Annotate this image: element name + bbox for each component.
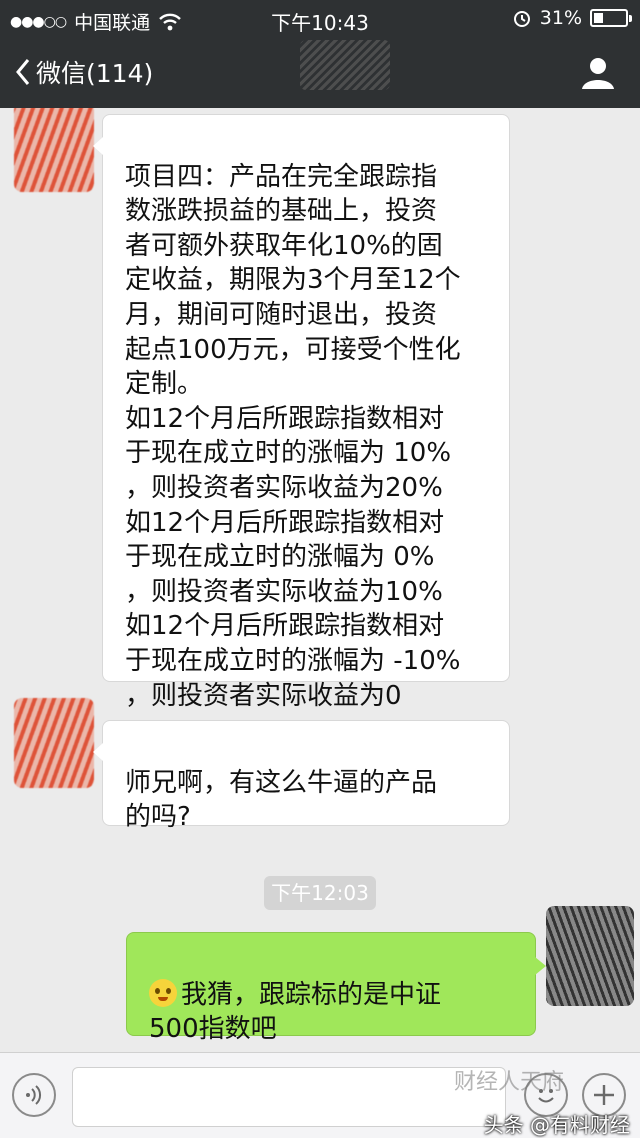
message-input[interactable] xyxy=(72,1067,506,1127)
chat-area[interactable]: 项目四：产品在完全跟踪指 数涨跌损益的基础上，投资 者可额外获取年化10%的固 … xyxy=(0,108,640,1052)
battery-fill xyxy=(594,13,603,23)
redaction-scribble xyxy=(300,40,390,90)
chevron-left-icon xyxy=(16,59,30,85)
avatar[interactable] xyxy=(546,906,634,1006)
status-right: 31% xyxy=(512,7,632,29)
message-text: 我猜，跟踪标的是中证 500指数吧 xyxy=(149,979,442,1045)
battery-icon xyxy=(590,9,632,27)
status-bar: ●●●○○ 中国联通 下午10:43 31% xyxy=(0,0,640,40)
watermark: 头条 @有料财经 xyxy=(483,1113,630,1137)
battery-percent: 31% xyxy=(539,7,582,29)
message-text: 项目四：产品在完全跟踪指 数涨跌损益的基础上，投资 者可额外获取年化10%的固 … xyxy=(125,161,461,711)
avatar[interactable] xyxy=(14,698,94,788)
voice-icon xyxy=(26,1085,42,1105)
message-text: 师兄啊，有这么牛逼的产品 的吗? xyxy=(125,767,438,833)
user-icon[interactable] xyxy=(580,55,616,91)
thinking-emoji xyxy=(149,978,177,1007)
message-bubble[interactable]: 项目四：产品在完全跟踪指 数涨跌损益的基础上，投资 者可额外获取年化10%的固 … xyxy=(93,114,510,711)
plus-icon xyxy=(594,1085,614,1105)
voice-button[interactable] xyxy=(12,1073,56,1117)
faded-watermark: 财经人天府 xyxy=(454,1070,565,1095)
back-button[interactable]: 微信(114) xyxy=(14,54,153,90)
message-bubble[interactable]: 师兄啊，有这么牛逼的产品 的吗? xyxy=(93,720,510,832)
timestamp: 下午12:03 xyxy=(264,876,376,910)
alarm-icon xyxy=(513,11,530,27)
sent-message-bubble[interactable]: 我猜，跟踪标的是中证 500指数吧 xyxy=(126,932,546,1044)
back-label: 微信(114) xyxy=(36,59,154,88)
avatar[interactable] xyxy=(14,108,94,192)
